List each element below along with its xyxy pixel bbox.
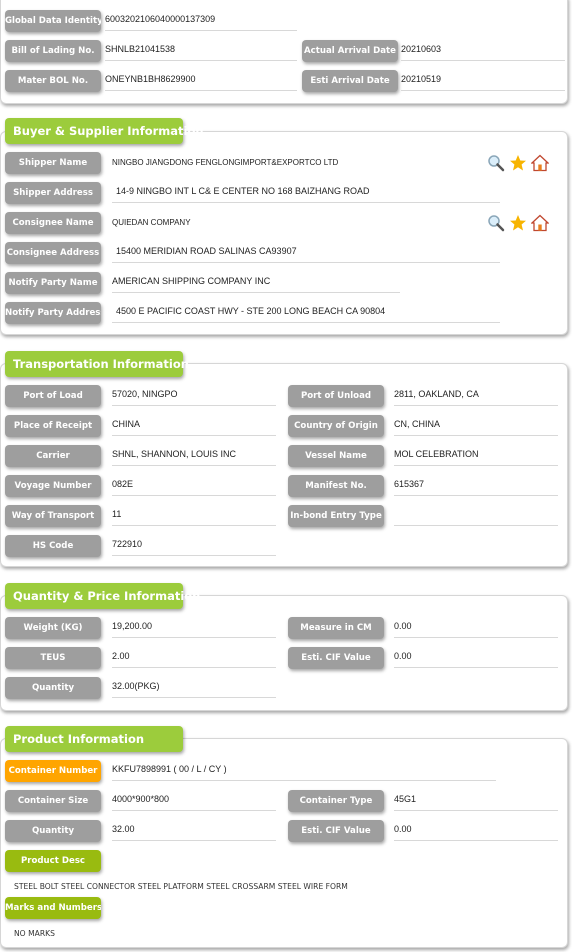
weight-label: Weight (KG) — [5, 617, 101, 639]
header-panel: Global Data Identity 6003202106040000137… — [0, 0, 568, 104]
actual-arrival-date-label: Actual Arrival Date — [302, 40, 398, 62]
product-panel: Container Number KKFU7898991 ( 00 / L / … — [0, 738, 568, 948]
vessel-name-label: Vessel Name — [288, 445, 384, 467]
carrier-label: Carrier — [5, 445, 101, 467]
manifest-no-value: 615367 — [394, 477, 558, 496]
vessel-name-value: MOL CELEBRATION — [394, 447, 558, 466]
esti-cif-value-label: Esti. CIF Value — [288, 647, 384, 669]
voyage-number-label: Voyage Number — [5, 475, 101, 497]
container-type-value: 45G1 — [394, 792, 558, 811]
quantity-price-panel: Weight (KG) 19,200.00 Measure in CM 0.00… — [0, 595, 568, 711]
carrier-value: SHNL, SHANNON, LOUIS INC — [112, 447, 276, 466]
buyer-supplier-panel: Shipper Name NINGBO JIANGDONG FENGLONGIM… — [0, 131, 568, 335]
consignee-name-value: QUIEDAN COMPANY — [112, 218, 191, 227]
marks-numbers-label: Marks and Numbers — [5, 897, 101, 919]
consignee-actions — [487, 214, 550, 232]
container-number-label: Container Number — [5, 760, 101, 782]
bill-of-lading-value: SHNLB21041538 — [105, 42, 297, 61]
container-type-label: Container Type — [288, 790, 384, 812]
container-size-value: 4000*900*800 — [112, 792, 276, 811]
esti-cif-value-value: 0.00 — [394, 649, 558, 668]
home-icon[interactable] — [530, 214, 550, 232]
search-icon[interactable] — [487, 214, 505, 232]
buyer-supplier-title: Buyer & Supplier Information — [5, 118, 204, 144]
port-of-unload-label: Port of Unload — [288, 385, 384, 407]
place-of-receipt-label: Place of Receipt — [5, 415, 101, 437]
shipper-address-label: Shipper Address — [5, 182, 101, 204]
quantity-label: Quantity — [5, 677, 101, 699]
product-title: Product Information — [5, 726, 183, 752]
port-of-unload-value: 2811, OAKLAND, CA — [394, 387, 558, 406]
container-size-label: Container Size — [5, 790, 101, 812]
transportation-title: Transportation Information — [5, 351, 189, 377]
notify-party-address-value: 4500 E PACIFIC COAST HWY - STE 200 LONG … — [112, 304, 500, 323]
transportation-panel: Port of Load 57020, NINGPO Port of Unloa… — [0, 363, 568, 567]
notify-party-name-label: Notify Party Name — [5, 272, 101, 294]
container-number-value: KKFU7898991 ( 00 / L / CY ) — [112, 762, 496, 781]
master-bol-value: ONEYNB1BH8629900 — [105, 72, 297, 91]
shipper-address-value: 14-9 NINGBO INT L C& E CENTER NO 168 BAI… — [112, 184, 500, 203]
in-bond-entry-type-value — [394, 507, 558, 526]
home-icon[interactable] — [530, 154, 550, 172]
bill-of-lading-label: Bill of Lading No. — [5, 40, 101, 62]
manifest-no-label: Manifest No. — [288, 475, 384, 497]
measure-label: Measure in CM — [288, 617, 384, 639]
actual-arrival-date-value: 20210603 — [401, 42, 565, 61]
marks-numbers-value: NO MARKS — [14, 929, 55, 938]
country-of-origin-value: CN, CHINA — [394, 417, 558, 436]
search-icon[interactable] — [487, 154, 505, 172]
consignee-address-value: 15400 MERIDIAN ROAD SALINAS CA93907 — [112, 244, 500, 263]
country-of-origin-label: Country of Origin — [288, 415, 384, 437]
way-of-transport-value: 11 — [112, 507, 276, 526]
global-data-identity-label: Global Data Identity — [5, 10, 101, 32]
star-icon[interactable] — [509, 214, 527, 232]
esti-arrival-date-value: 20210519 — [401, 72, 565, 91]
star-icon[interactable] — [509, 154, 527, 172]
measure-value: 0.00 — [394, 619, 558, 638]
teus-label: TEUS — [5, 647, 101, 669]
notify-party-name-value: AMERICAN SHIPPING COMPANY INC — [112, 274, 400, 293]
product-esti-cif-value-label: Esti. CIF Value — [288, 820, 384, 842]
hs-code-label: HS Code — [5, 535, 101, 557]
shipper-name-label: Shipper Name — [5, 152, 101, 174]
product-quantity-value: 32.00 — [112, 822, 276, 841]
teus-value: 2.00 — [112, 649, 276, 668]
place-of-receipt-value: CHINA — [112, 417, 276, 436]
quantity-value: 32.00(PKG) — [112, 679, 276, 698]
product-esti-cif-value-value: 0.00 — [394, 822, 558, 841]
port-of-load-value: 57020, NINGPO — [112, 387, 276, 406]
notify-party-address-label: Notify Party Address — [5, 302, 101, 324]
esti-arrival-date-label: Esti Arrival Date — [302, 70, 398, 92]
hs-code-value: 722910 — [112, 537, 276, 556]
quantity-price-title: Quantity & Price Information — [5, 583, 200, 609]
consignee-name-label: Consignee Name — [5, 212, 101, 234]
port-of-load-label: Port of Load — [5, 385, 101, 407]
product-quantity-label: Quantity — [5, 820, 101, 842]
way-of-transport-label: Way of Transport — [5, 505, 101, 527]
in-bond-entry-type-label: In-bond Entry Type — [288, 505, 384, 527]
master-bol-label: Mater BOL No. — [5, 70, 101, 92]
weight-value: 19,200.00 — [112, 619, 276, 638]
consignee-address-label: Consignee Address — [5, 242, 101, 264]
voyage-number-value: 082E — [112, 477, 276, 496]
shipper-name-value: NINGBO JIANGDONG FENGLONGIMPORT&EXPORTCO… — [112, 158, 339, 167]
product-desc-label: Product Desc — [5, 850, 101, 872]
product-desc-value: STEEL BOLT STEEL CONNECTOR STEEL PLATFOR… — [14, 882, 348, 891]
shipper-actions — [487, 154, 550, 172]
global-data-identity-value: 6003202106040000137309 — [105, 12, 297, 31]
